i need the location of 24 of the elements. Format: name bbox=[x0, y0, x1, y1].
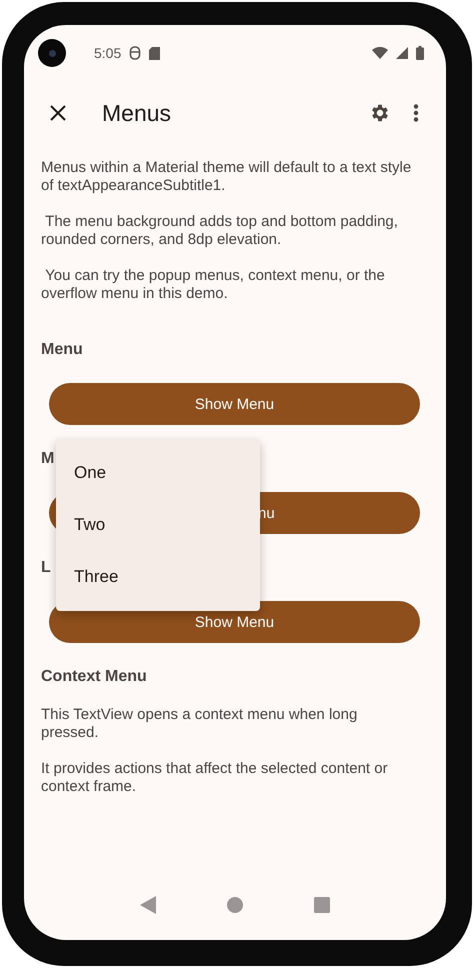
context-menu-text[interactable]: This TextView opens a context menu when long pressed. bbox=[41, 706, 416, 742]
sd-card-icon bbox=[149, 46, 160, 60]
status-time: 5:05 bbox=[94, 45, 122, 61]
menu-item[interactable]: One bbox=[56, 447, 260, 499]
section-heading: M bbox=[41, 449, 54, 469]
menu-item[interactable]: Two bbox=[56, 499, 260, 551]
menu-item[interactable]: Three bbox=[56, 551, 260, 603]
toolbar-title: Menus bbox=[102, 100, 172, 126]
section-heading: Menu bbox=[41, 340, 83, 360]
back-icon bbox=[140, 896, 156, 914]
signal-icon bbox=[396, 47, 408, 59]
description-text: The menu background adds top and bottom padding, rounded corners, and 8dp elevation. bbox=[41, 213, 399, 249]
battery-icon bbox=[416, 46, 424, 60]
show-menu-button[interactable]: Show Menu bbox=[49, 383, 420, 425]
notification-icon bbox=[129, 46, 142, 60]
description-text: Menus within a Material theme will default to a text style of textAppearanceSubtitle1. bbox=[41, 159, 412, 195]
home-icon bbox=[226, 897, 243, 913]
recents-icon bbox=[314, 897, 330, 913]
context-menu-text[interactable]: It provides actions that affect the selected content or context frame. bbox=[41, 760, 416, 796]
wifi-icon bbox=[372, 47, 388, 59]
description-text: You can try the popup menus, context menu, or the overflow menu in this demo. bbox=[41, 267, 386, 303]
section-heading: L bbox=[41, 558, 51, 578]
camera-icon bbox=[38, 39, 66, 67]
section-heading: Context Menu bbox=[41, 667, 147, 687]
